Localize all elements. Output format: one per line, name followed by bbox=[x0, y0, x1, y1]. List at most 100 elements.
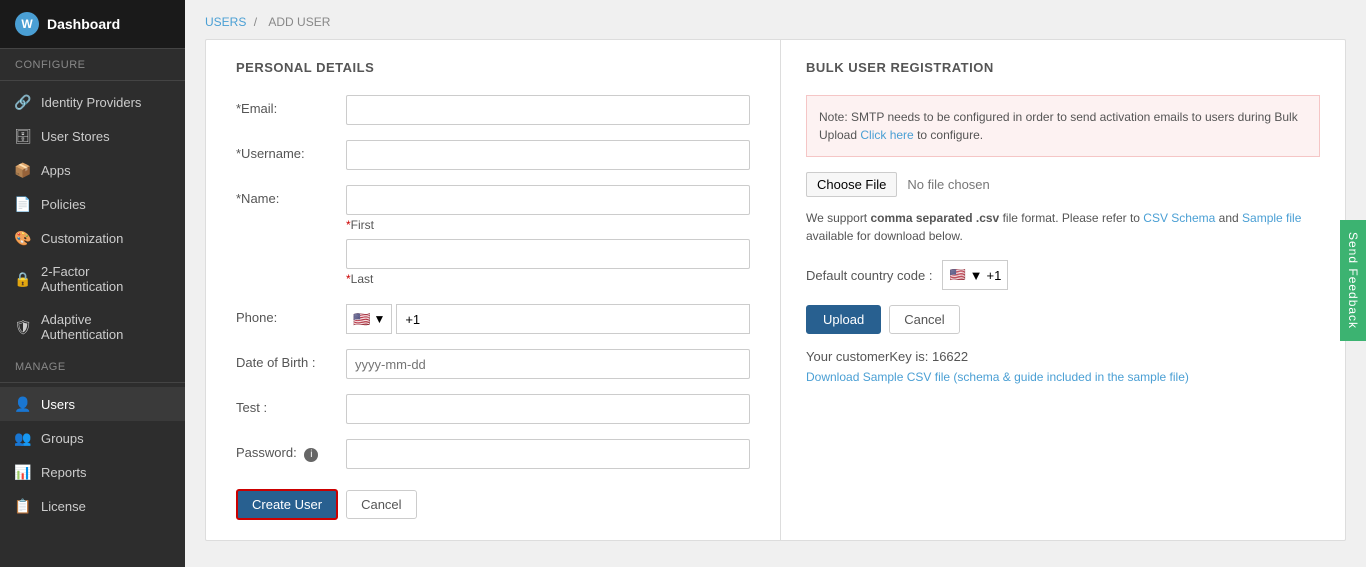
password-label: Password: i bbox=[236, 439, 346, 462]
form-container: PERSONAL DETAILS *Email: *Username: *Nam… bbox=[205, 39, 1346, 541]
test-row: Test : bbox=[236, 394, 750, 424]
sidebar-logo[interactable]: W Dashboard bbox=[0, 0, 185, 49]
create-user-button[interactable]: Create User bbox=[236, 489, 338, 520]
csv-and: and bbox=[1215, 211, 1242, 225]
feedback-tab[interactable]: Send Feedback bbox=[1340, 220, 1366, 341]
country-label: Default country code : bbox=[806, 268, 932, 283]
csv-info-suffix: file format. Please refer to bbox=[999, 211, 1143, 225]
user-stores-icon: 🗄 bbox=[15, 128, 31, 144]
apps-icon: 📦 bbox=[15, 162, 31, 178]
click-here-link[interactable]: Click here bbox=[860, 128, 913, 142]
dob-input[interactable] bbox=[346, 349, 750, 379]
username-label: *Username: bbox=[236, 140, 346, 161]
upload-actions: Upload Cancel bbox=[806, 305, 1320, 334]
test-label: Test : bbox=[236, 394, 346, 415]
phone-country-selector[interactable]: 🇺🇸 ▼ bbox=[346, 304, 392, 334]
adaptive-auth-icon: 🛡 bbox=[15, 319, 31, 335]
sidebar-item-label: Policies bbox=[41, 197, 86, 212]
reports-icon: 📊 bbox=[15, 464, 31, 480]
sidebar-item-customization[interactable]: 🎨 Customization bbox=[0, 221, 185, 255]
dob-field-wrapper bbox=[346, 349, 750, 379]
country-dropdown-arrow: ▼ bbox=[970, 268, 983, 283]
users-icon: 👤 bbox=[15, 396, 31, 412]
sidebar-item-label: Apps bbox=[41, 163, 71, 178]
sidebar-item-2fa[interactable]: 🔒 2-Factor Authentication bbox=[0, 255, 185, 303]
smtp-alert: Note: SMTP needs to be configured in ord… bbox=[806, 95, 1320, 157]
password-field-wrapper bbox=[346, 439, 750, 469]
download-sample-link[interactable]: Download Sample CSV file (schema & guide… bbox=[806, 370, 1189, 384]
email-row: *Email: bbox=[236, 95, 750, 125]
phone-label: Phone: bbox=[236, 304, 346, 325]
sidebar-item-identity-providers[interactable]: 🔗 Identity Providers bbox=[0, 85, 185, 119]
personal-details-panel: PERSONAL DETAILS *Email: *Username: *Nam… bbox=[206, 40, 781, 540]
csv-schema-link[interactable]: CSV Schema bbox=[1143, 211, 1215, 225]
sidebar-item-groups[interactable]: 👥 Groups bbox=[0, 421, 185, 455]
sidebar-item-apps[interactable]: 📦 Apps bbox=[0, 153, 185, 187]
first-label: *First bbox=[346, 218, 750, 232]
country-selector[interactable]: 🇺🇸 ▼ +1 bbox=[942, 260, 1008, 290]
csv-info-prefix: We support bbox=[806, 211, 870, 225]
sidebar-logo-title: Dashboard bbox=[47, 16, 120, 32]
password-row: Password: i bbox=[236, 439, 750, 469]
email-input[interactable] bbox=[346, 95, 750, 125]
sidebar-item-label: 2-Factor Authentication bbox=[41, 264, 170, 294]
sidebar-item-label: Customization bbox=[41, 231, 123, 246]
email-label: *Email: bbox=[236, 95, 346, 116]
password-label-text: Password: bbox=[236, 445, 297, 460]
csv-sample-link[interactable]: Sample file bbox=[1242, 211, 1301, 225]
license-icon: 📋 bbox=[15, 498, 31, 514]
name-row: *Name: *First *Last bbox=[236, 185, 750, 289]
manage-label: Manage bbox=[0, 351, 185, 378]
bulk-registration-title: BULK USER REGISTRATION bbox=[806, 60, 1320, 75]
sidebar-item-label: Users bbox=[41, 397, 75, 412]
csv-info: We support comma separated .csv file for… bbox=[806, 209, 1320, 245]
last-name-input[interactable] bbox=[346, 239, 750, 269]
form-actions: Create User Cancel bbox=[236, 489, 750, 520]
sidebar-item-policies[interactable]: 📄 Policies bbox=[0, 187, 185, 221]
identity-providers-icon: 🔗 bbox=[15, 94, 31, 110]
country-code: +1 bbox=[987, 268, 1002, 283]
password-input[interactable] bbox=[346, 439, 750, 469]
sidebar: W Dashboard Configure 🔗 Identity Provide… bbox=[0, 0, 185, 567]
sidebar-item-label: Groups bbox=[41, 431, 84, 446]
sidebar-item-license[interactable]: 📋 License bbox=[0, 489, 185, 523]
phone-dropdown-arrow: ▼ bbox=[373, 312, 385, 326]
dob-row: Date of Birth : bbox=[236, 349, 750, 379]
country-flag-emoji: 🇺🇸 bbox=[949, 267, 965, 283]
groups-icon: 👥 bbox=[15, 430, 31, 446]
cancel-upload-button[interactable]: Cancel bbox=[889, 305, 959, 334]
breadcrumb-users-link[interactable]: USERS bbox=[205, 15, 246, 29]
sidebar-item-adaptive-auth[interactable]: 🛡 Adaptive Authentication bbox=[0, 303, 185, 351]
username-input[interactable] bbox=[346, 140, 750, 170]
test-field-wrapper bbox=[346, 394, 750, 424]
csv-available: available for download below. bbox=[806, 229, 963, 243]
username-row: *Username: bbox=[236, 140, 750, 170]
cancel-button[interactable]: Cancel bbox=[346, 490, 416, 519]
customization-icon: 🎨 bbox=[15, 230, 31, 246]
country-row: Default country code : 🇺🇸 ▼ +1 bbox=[806, 260, 1320, 290]
name-field-wrapper: *First *Last bbox=[346, 185, 750, 289]
phone-number-input[interactable] bbox=[396, 304, 750, 334]
username-field-wrapper bbox=[346, 140, 750, 170]
phone-input-row: 🇺🇸 ▼ bbox=[346, 304, 750, 334]
upload-button[interactable]: Upload bbox=[806, 305, 881, 334]
2fa-icon: 🔒 bbox=[15, 271, 31, 287]
configure-divider bbox=[0, 80, 185, 81]
choose-file-button[interactable]: Choose File bbox=[806, 172, 897, 197]
dob-label: Date of Birth : bbox=[236, 349, 346, 370]
sidebar-item-label: Reports bbox=[41, 465, 87, 480]
password-info-icon[interactable]: i bbox=[304, 448, 318, 462]
sidebar-item-users[interactable]: 👤 Users bbox=[0, 387, 185, 421]
breadcrumb-separator: / bbox=[254, 15, 257, 29]
sidebar-item-reports[interactable]: 📊 Reports bbox=[0, 455, 185, 489]
breadcrumb-current: ADD USER bbox=[268, 15, 330, 29]
first-name-input[interactable] bbox=[346, 185, 750, 215]
alert-suffix: to configure. bbox=[914, 128, 983, 142]
name-label: *Name: bbox=[236, 185, 346, 206]
breadcrumb: USERS / ADD USER bbox=[185, 0, 1366, 39]
personal-details-title: PERSONAL DETAILS bbox=[236, 60, 750, 75]
phone-row: Phone: 🇺🇸 ▼ bbox=[236, 304, 750, 334]
sidebar-item-user-stores[interactable]: 🗄 User Stores bbox=[0, 119, 185, 153]
test-input[interactable] bbox=[346, 394, 750, 424]
phone-field-wrapper: 🇺🇸 ▼ bbox=[346, 304, 750, 334]
